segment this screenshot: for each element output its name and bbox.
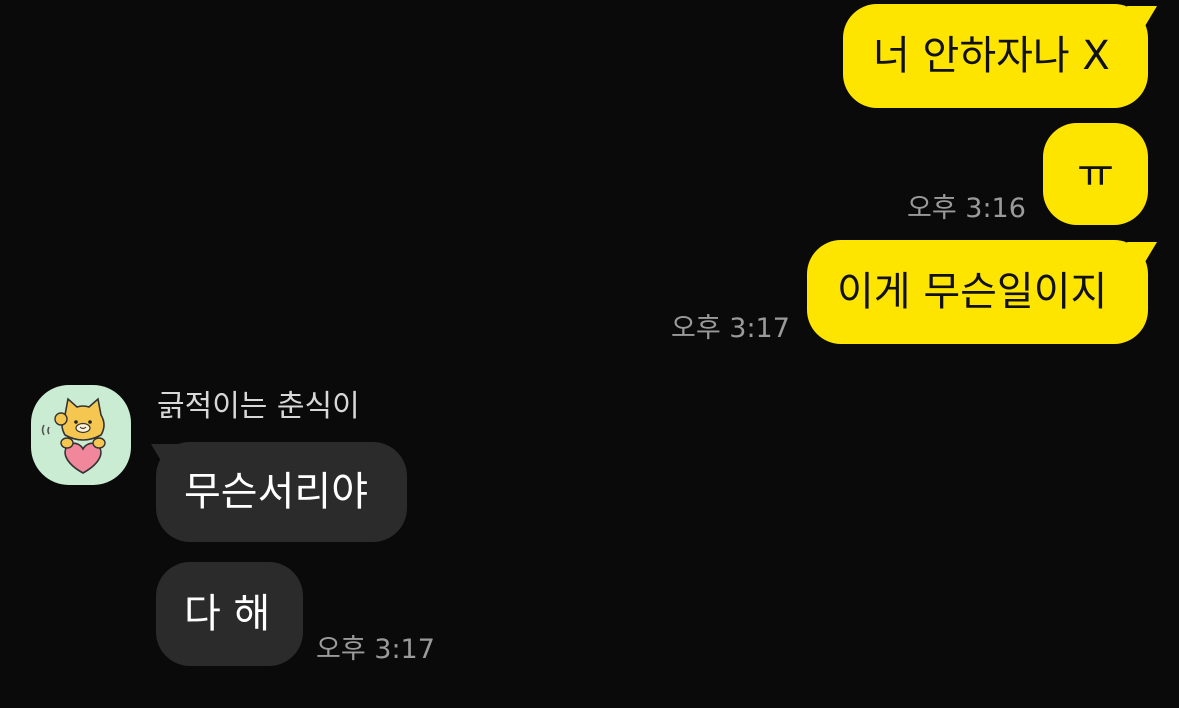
message-text: 이게 무슨일이지 xyxy=(837,269,1108,315)
message-text: 너 안하자나 X xyxy=(873,33,1110,79)
message-text: 무슨서리야 xyxy=(184,469,368,515)
incoming-message[interactable]: 무슨서리야 xyxy=(156,442,407,542)
message-timestamp: 오후 3:17 xyxy=(316,634,435,665)
chunsik-cat-avatar-icon xyxy=(41,397,106,474)
message-text: 다 해 xyxy=(184,591,271,637)
sender-avatar[interactable] xyxy=(31,385,131,485)
outgoing-message[interactable]: ㅠ xyxy=(1043,123,1148,225)
message-timestamp: 오후 3:16 xyxy=(907,193,1026,224)
outgoing-message[interactable]: 이게 무슨일이지 xyxy=(807,240,1148,344)
incoming-message[interactable]: 다 해 xyxy=(156,562,303,666)
outgoing-message[interactable]: 너 안하자나 X xyxy=(843,4,1148,108)
message-timestamp: 오후 3:17 xyxy=(671,313,790,344)
message-text: ㅠ xyxy=(1077,151,1114,197)
sender-name: 긁적이는 춘식이 xyxy=(157,389,360,424)
